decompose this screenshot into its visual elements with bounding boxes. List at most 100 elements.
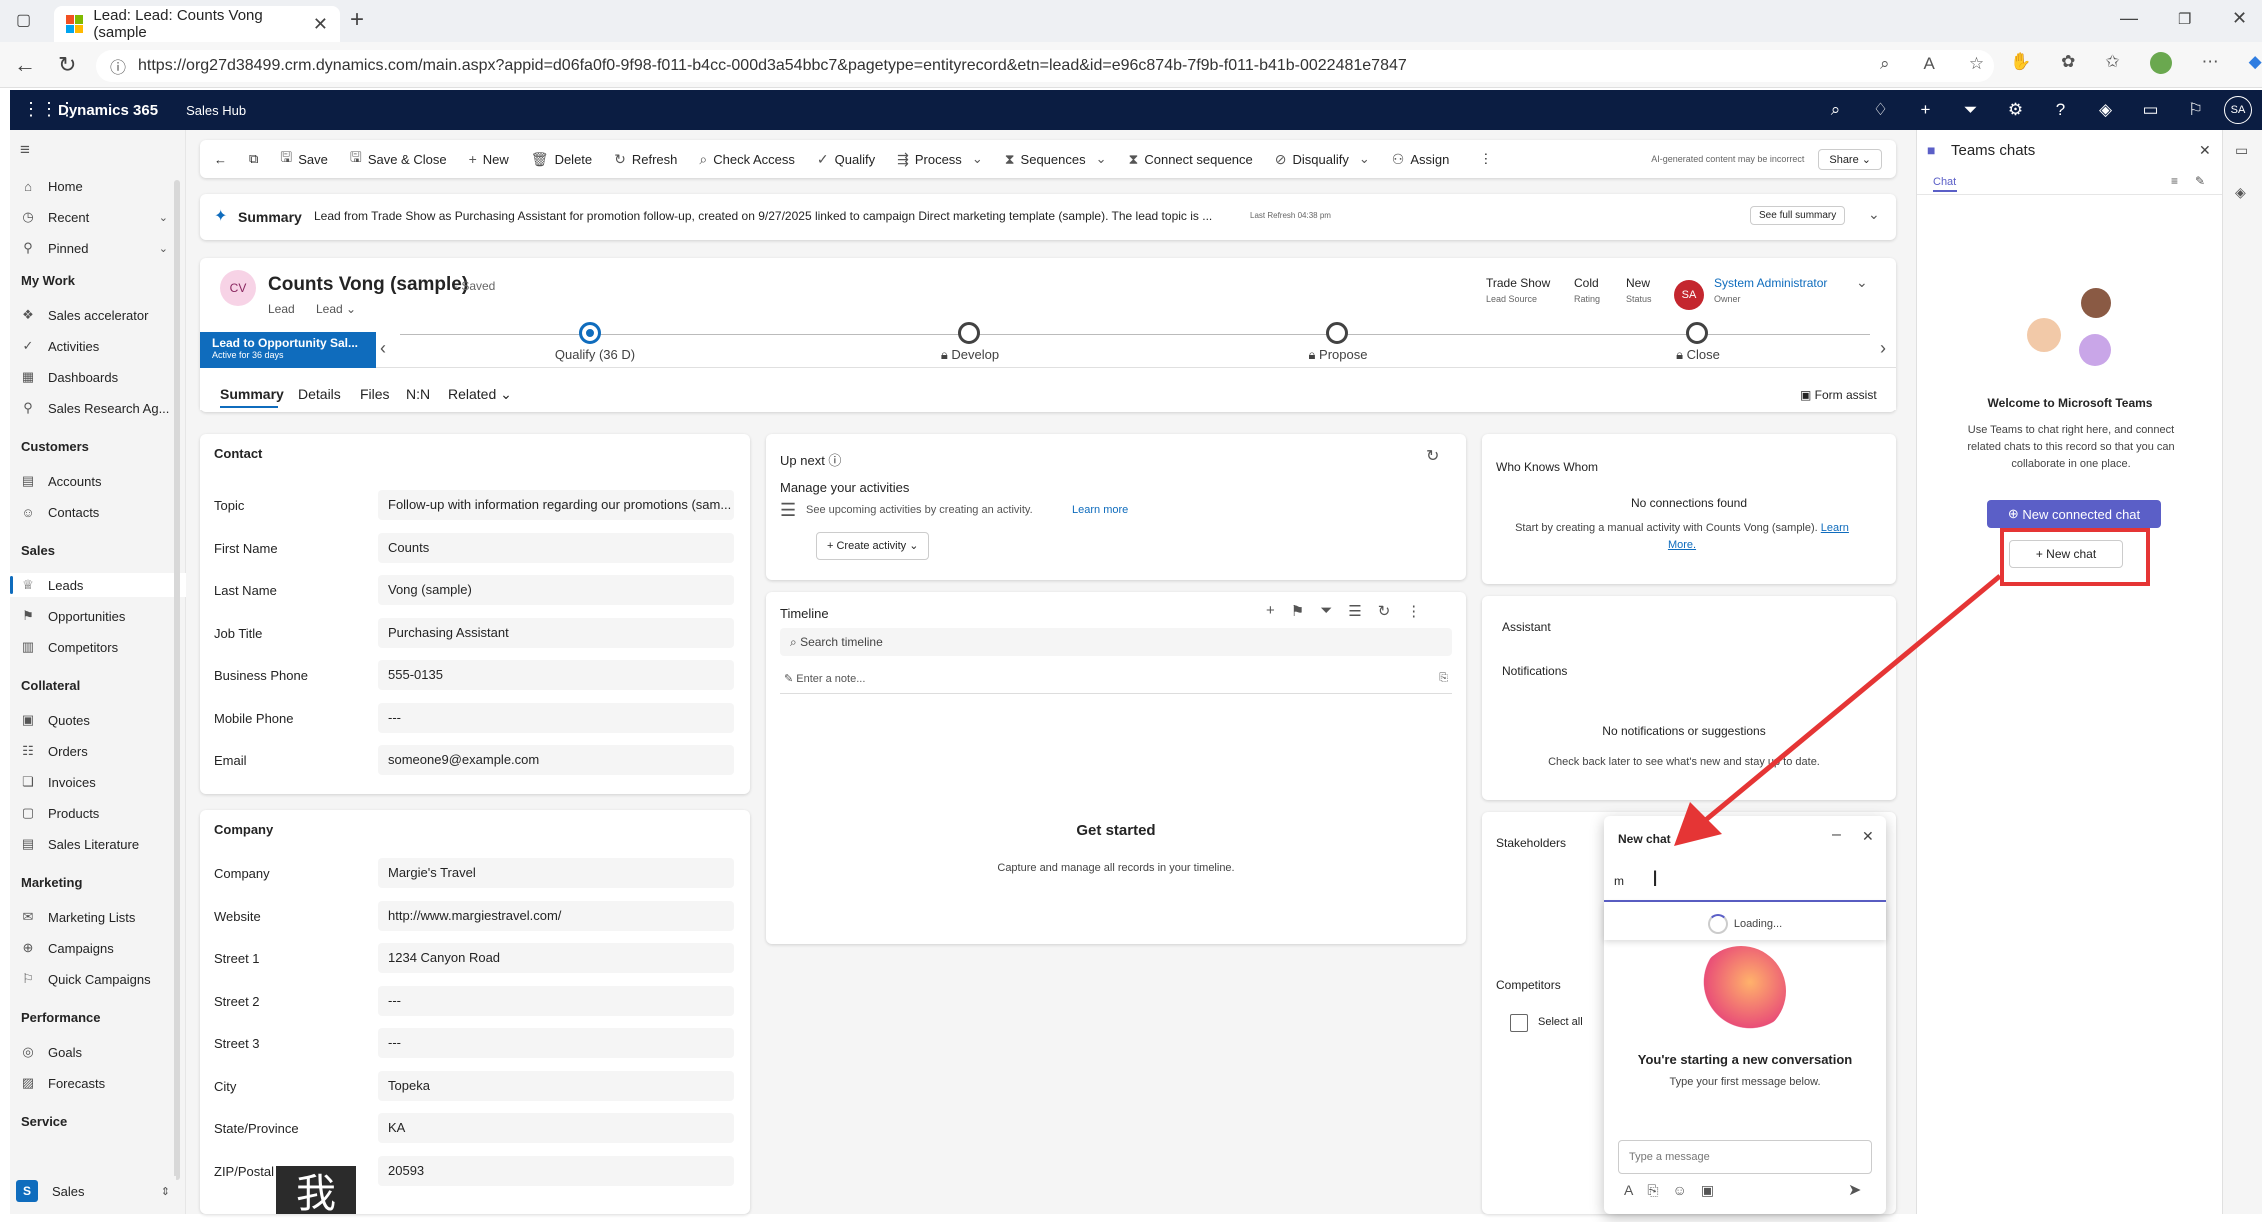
- browser-tab[interactable]: Lead: Lead: Counts Vong (sample ✕: [54, 6, 340, 42]
- sidebar-item-competitors[interactable]: ▥ Competitors: [10, 635, 186, 659]
- new-connected-chat-button[interactable]: ⊕ New connected chat: [1987, 500, 2161, 528]
- favorite-star-icon[interactable]: ☆: [1969, 54, 1984, 74]
- timeline-search[interactable]: ⌕ Search timeline: [780, 628, 1452, 656]
- chevron-down-icon[interactable]: ⌄: [1359, 151, 1370, 167]
- attach-icon[interactable]: ⎘: [1439, 672, 1448, 685]
- address-bar[interactable]: ⓘ https://org27d38499.crm.dynamics.com/m…: [96, 50, 1994, 82]
- reload-icon[interactable]: ↻: [58, 52, 76, 78]
- sidebar-item-quotes[interactable]: ▣ Quotes: [10, 708, 186, 732]
- field-street-[interactable]: ---: [378, 1028, 734, 1058]
- zoom-icon[interactable]: ⌕: [1880, 54, 1890, 74]
- copilot-icon[interactable]: ◆: [2249, 52, 2262, 74]
- header-expand-icon[interactable]: ⌄: [1856, 274, 1868, 291]
- timeline-add-icon[interactable]: +: [1266, 602, 1275, 620]
- chevron-down-icon[interactable]: ⌄: [1096, 151, 1107, 167]
- settings-icon[interactable]: ⚙: [1993, 100, 2038, 120]
- learn-more-link[interactable]: Learn more: [1072, 504, 1128, 516]
- form-selector[interactable]: Lead ⌄: [316, 302, 356, 316]
- process-prev-icon[interactable]: ‹: [380, 338, 386, 359]
- timeline-filter-icon[interactable]: ⏷: [1320, 602, 1332, 620]
- open-new-window-icon[interactable]: ⧉: [249, 151, 258, 167]
- app-hub-name[interactable]: Sales Hub: [186, 103, 246, 118]
- field-job-title[interactable]: Purchasing Assistant: [378, 617, 734, 648]
- sidebar-item-forecasts[interactable]: ▨ Forecasts: [10, 1071, 186, 1095]
- timeline-bookmark-icon[interactable]: ⚑: [1291, 602, 1304, 620]
- field-business-phone[interactable]: 555-0135: [378, 660, 734, 690]
- timeline-more-icon[interactable]: ⋮: [1406, 602, 1421, 620]
- sidebar-item-marketing-lists[interactable]: ✉ Marketing Lists: [10, 905, 186, 929]
- new-tab-icon[interactable]: +: [350, 6, 364, 34]
- tab-summary[interactable]: Summary: [220, 386, 284, 402]
- favorites-icon[interactable]: ✩: [2105, 52, 2119, 74]
- rail-teams-icon[interactable]: ▭: [2235, 142, 2248, 159]
- sidebar-item-home[interactable]: ⌂ Home: [10, 174, 186, 198]
- sidebar-item-accounts[interactable]: ▤ Accounts: [10, 469, 186, 493]
- emoji-icon[interactable]: ☺: [1673, 1182, 1687, 1199]
- send-icon[interactable]: ➤: [1848, 1180, 1861, 1200]
- close-window-icon[interactable]: ✕: [2232, 8, 2247, 29]
- timeline-refresh-icon[interactable]: ↻: [1378, 602, 1391, 620]
- cmd-check-access-button[interactable]: ⌕ Check Access: [699, 151, 795, 168]
- cmd-save-button[interactable]: 🖫 Save: [280, 147, 328, 171]
- profile-avatar[interactable]: [2149, 52, 2172, 74]
- field-zip-postal-code[interactable]: 20593: [378, 1155, 734, 1186]
- filter-chats-icon[interactable]: ≡: [2171, 174, 2178, 188]
- attach-file-icon[interactable]: ⎘: [1647, 1182, 1658, 1199]
- timeline-note-input[interactable]: ✎ Enter a note... ⎘: [780, 664, 1452, 694]
- format-icon[interactable]: A: [1624, 1182, 1633, 1199]
- create-activity-button[interactable]: + Create activity ⌄: [816, 532, 930, 560]
- tab-actions-icon[interactable]: ▢: [16, 10, 31, 30]
- copilot-header-icon[interactable]: ◈: [2083, 100, 2128, 120]
- field-state-province[interactable]: KA: [378, 1113, 734, 1143]
- sidebar-item-quick-campaigns[interactable]: ⚐ Quick Campaigns: [10, 967, 186, 991]
- stage-develop-marker[interactable]: [958, 322, 980, 344]
- cmd-disqualify-button[interactable]: ⊘ Disqualify ⌄: [1275, 151, 1370, 168]
- search-icon[interactable]: ⌕: [1813, 100, 1858, 120]
- chat-tab[interactable]: Chat: [1933, 176, 1956, 188]
- field-street-[interactable]: ---: [378, 985, 734, 1016]
- cmd-delete-button[interactable]: 🗑 Delete: [531, 151, 592, 168]
- back-arrow-icon[interactable]: ←: [214, 152, 227, 167]
- tab-related[interactable]: Related ⌄: [448, 386, 512, 403]
- sidebar-item-invoices[interactable]: ❏ Invoices: [10, 770, 186, 794]
- area-switcher[interactable]: S Sales ⇕: [10, 1176, 176, 1206]
- stage-develop[interactable]: 🔒︎ Develop: [920, 347, 1020, 363]
- stage-qualify[interactable]: Qualify (36 D): [545, 347, 645, 362]
- cmd-qualify-button[interactable]: ✓ Qualify: [817, 151, 875, 168]
- cmd-new-button[interactable]: + New: [469, 151, 509, 167]
- field-mobile-phone[interactable]: ---: [378, 702, 734, 733]
- stage-close-marker[interactable]: [1686, 322, 1708, 344]
- cmd-sequences-button[interactable]: ⧗ Sequences ⌄: [1005, 151, 1107, 168]
- extension-icon[interactable]: ✋: [2010, 52, 2031, 74]
- close-pane-icon[interactable]: ✕: [2199, 142, 2211, 159]
- stage-close[interactable]: 🔒︎ Close: [1648, 347, 1748, 363]
- sidebar-item-products[interactable]: ▢ Products: [10, 801, 186, 825]
- minimize-icon[interactable]: —: [2120, 8, 2138, 29]
- timeline-list-icon[interactable]: ☰: [1348, 602, 1361, 620]
- process-flow-flyout[interactable]: Lead to Opportunity Sal... Active for 36…: [200, 332, 376, 368]
- field-street-[interactable]: 1234 Canyon Road: [378, 943, 734, 973]
- stage-propose[interactable]: 🔒︎ Propose: [1288, 347, 1388, 363]
- sidebar-item-sales-research-ag-[interactable]: ⚲ Sales Research Ag...: [10, 396, 186, 420]
- teams-icon[interactable]: ▭: [2128, 100, 2173, 120]
- read-aloud-icon[interactable]: A: [1924, 54, 1935, 74]
- sidebar-item-goals[interactable]: ◎ Goals: [10, 1040, 186, 1064]
- tab-nn[interactable]: N:N: [406, 386, 430, 402]
- process-next-icon[interactable]: ›: [1880, 338, 1886, 359]
- field-company[interactable]: Margie's Travel: [378, 858, 734, 888]
- recipient-input[interactable]: m: [1604, 862, 1886, 902]
- field-city[interactable]: Topeka: [378, 1070, 734, 1101]
- field-last-name[interactable]: Vong (sample): [378, 575, 734, 605]
- lightbulb-icon[interactable]: ♢: [1858, 100, 1903, 120]
- cmd-refresh-button[interactable]: ↻ Refresh: [614, 151, 677, 168]
- app-launcher-icon[interactable]: ⋮⋮⋮: [22, 99, 76, 120]
- sidebar-item-sales-literature[interactable]: ▤ Sales Literature: [10, 832, 186, 856]
- collapse-chevron-icon[interactable]: ⌄: [1868, 206, 1880, 223]
- tab-files[interactable]: Files: [360, 386, 390, 402]
- stage-propose-marker[interactable]: [1326, 322, 1348, 344]
- cmd-process-button[interactable]: ⇶ Process ⌄: [897, 151, 983, 168]
- sidebar-item-contacts[interactable]: ☺ Contacts: [10, 500, 186, 524]
- field-website[interactable]: http://www.margiestravel.com/: [378, 900, 734, 931]
- sidebar-item-orders[interactable]: ☷ Orders: [10, 739, 186, 763]
- maximize-icon[interactable]: ❐: [2178, 10, 2191, 28]
